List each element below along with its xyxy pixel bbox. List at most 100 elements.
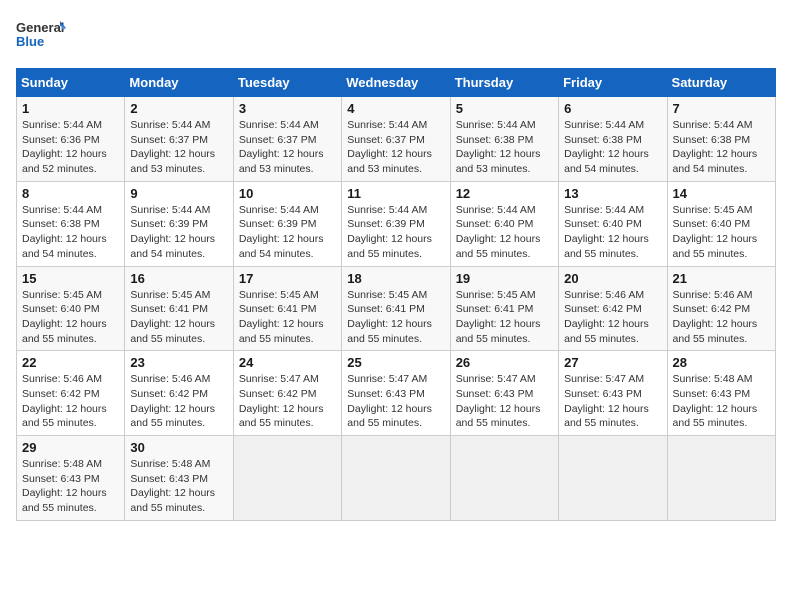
day-info: Sunrise: 5:48 AMSunset: 6:43 PMDaylight:… bbox=[673, 372, 770, 431]
day-info: Sunrise: 5:44 AMSunset: 6:38 PMDaylight:… bbox=[22, 203, 119, 262]
calendar-cell: 28 Sunrise: 5:48 AMSunset: 6:43 PMDayligh… bbox=[667, 351, 775, 436]
day-info: Sunrise: 5:46 AMSunset: 6:42 PMDaylight:… bbox=[673, 288, 770, 347]
calendar-cell: 16 Sunrise: 5:45 AMSunset: 6:41 PMDayligh… bbox=[125, 266, 233, 351]
calendar-table: SundayMondayTuesdayWednesdayThursdayFrid… bbox=[16, 68, 776, 521]
day-number: 25 bbox=[347, 355, 444, 370]
page-header: General Blue bbox=[16, 16, 776, 56]
calendar-cell: 22 Sunrise: 5:46 AMSunset: 6:42 PMDayligh… bbox=[17, 351, 125, 436]
day-info: Sunrise: 5:44 AMSunset: 6:38 PMDaylight:… bbox=[456, 118, 553, 177]
day-number: 2 bbox=[130, 101, 227, 116]
day-info: Sunrise: 5:47 AMSunset: 6:43 PMDaylight:… bbox=[456, 372, 553, 431]
day-info: Sunrise: 5:46 AMSunset: 6:42 PMDaylight:… bbox=[130, 372, 227, 431]
svg-text:Blue: Blue bbox=[16, 34, 44, 49]
day-number: 9 bbox=[130, 186, 227, 201]
day-number: 3 bbox=[239, 101, 336, 116]
col-header-tuesday: Tuesday bbox=[233, 69, 341, 97]
day-info: Sunrise: 5:44 AMSunset: 6:36 PMDaylight:… bbox=[22, 118, 119, 177]
day-info: Sunrise: 5:44 AMSunset: 6:40 PMDaylight:… bbox=[564, 203, 661, 262]
calendar-cell: 15 Sunrise: 5:45 AMSunset: 6:40 PMDayligh… bbox=[17, 266, 125, 351]
day-number: 27 bbox=[564, 355, 661, 370]
calendar-cell: 6 Sunrise: 5:44 AMSunset: 6:38 PMDaylight… bbox=[559, 97, 667, 182]
calendar-cell: 2 Sunrise: 5:44 AMSunset: 6:37 PMDaylight… bbox=[125, 97, 233, 182]
calendar-cell: 10Sunrise: 5:44 AMSunset: 6:39 PMDayligh… bbox=[233, 181, 341, 266]
day-number: 28 bbox=[673, 355, 770, 370]
col-header-wednesday: Wednesday bbox=[342, 69, 450, 97]
day-info: Sunrise: 5:45 AMSunset: 6:40 PMDaylight:… bbox=[673, 203, 770, 262]
day-number: 5 bbox=[456, 101, 553, 116]
calendar-cell: 29 Sunrise: 5:48 AMSunset: 6:43 PMDayligh… bbox=[17, 436, 125, 521]
day-number: 12 bbox=[456, 186, 553, 201]
day-info: Sunrise: 5:45 AMSunset: 6:41 PMDaylight:… bbox=[239, 288, 336, 347]
header-row: SundayMondayTuesdayWednesdayThursdayFrid… bbox=[17, 69, 776, 97]
day-number: 30 bbox=[130, 440, 227, 455]
day-number: 1 bbox=[22, 101, 119, 116]
day-info: Sunrise: 5:45 AMSunset: 6:41 PMDaylight:… bbox=[347, 288, 444, 347]
day-info: Sunrise: 5:48 AMSunset: 6:43 PMDaylight:… bbox=[130, 457, 227, 516]
day-number: 6 bbox=[564, 101, 661, 116]
calendar-cell: 4 Sunrise: 5:44 AMSunset: 6:37 PMDaylight… bbox=[342, 97, 450, 182]
calendar-cell: 25Sunrise: 5:47 AMSunset: 6:43 PMDayligh… bbox=[342, 351, 450, 436]
day-number: 4 bbox=[347, 101, 444, 116]
calendar-cell bbox=[667, 436, 775, 521]
calendar-cell: 17 Sunrise: 5:45 AMSunset: 6:41 PMDayligh… bbox=[233, 266, 341, 351]
week-row-1: 1 Sunrise: 5:44 AMSunset: 6:36 PMDaylight… bbox=[17, 97, 776, 182]
day-number: 8 bbox=[22, 186, 119, 201]
week-row-4: 22 Sunrise: 5:46 AMSunset: 6:42 PMDayligh… bbox=[17, 351, 776, 436]
calendar-cell: 5 Sunrise: 5:44 AMSunset: 6:38 PMDaylight… bbox=[450, 97, 558, 182]
calendar-cell: 7 Sunrise: 5:44 AMSunset: 6:38 PMDaylight… bbox=[667, 97, 775, 182]
day-number: 16 bbox=[130, 271, 227, 286]
calendar-cell: 1 Sunrise: 5:44 AMSunset: 6:36 PMDaylight… bbox=[17, 97, 125, 182]
calendar-cell: 30 Sunrise: 5:48 AMSunset: 6:43 PMDayligh… bbox=[125, 436, 233, 521]
day-info: Sunrise: 5:44 AMSunset: 6:38 PMDaylight:… bbox=[673, 118, 770, 177]
day-info: Sunrise: 5:47 AMSunset: 6:42 PMDaylight:… bbox=[239, 372, 336, 431]
day-number: 11 bbox=[347, 186, 444, 201]
day-info: Sunrise: 5:44 AMSunset: 6:38 PMDaylight:… bbox=[564, 118, 661, 177]
calendar-cell: 19 Sunrise: 5:45 AMSunset: 6:41 PMDayligh… bbox=[450, 266, 558, 351]
day-number: 17 bbox=[239, 271, 336, 286]
calendar-cell: 23Sunrise: 5:46 AMSunset: 6:42 PMDayligh… bbox=[125, 351, 233, 436]
day-number: 20 bbox=[564, 271, 661, 286]
calendar-cell bbox=[559, 436, 667, 521]
day-number: 10 bbox=[239, 186, 336, 201]
day-info: Sunrise: 5:44 AMSunset: 6:37 PMDaylight:… bbox=[347, 118, 444, 177]
calendar-cell: 20 Sunrise: 5:46 AMSunset: 6:42 PMDayligh… bbox=[559, 266, 667, 351]
logo-svg: General Blue bbox=[16, 16, 66, 56]
day-number: 19 bbox=[456, 271, 553, 286]
calendar-cell: 21 Sunrise: 5:46 AMSunset: 6:42 PMDayligh… bbox=[667, 266, 775, 351]
calendar-cell: 9 Sunrise: 5:44 AMSunset: 6:39 PMDaylight… bbox=[125, 181, 233, 266]
day-info: Sunrise: 5:44 AMSunset: 6:37 PMDaylight:… bbox=[239, 118, 336, 177]
day-info: Sunrise: 5:45 AMSunset: 6:40 PMDaylight:… bbox=[22, 288, 119, 347]
day-number: 7 bbox=[673, 101, 770, 116]
day-info: Sunrise: 5:47 AMSunset: 6:43 PMDaylight:… bbox=[564, 372, 661, 431]
col-header-sunday: Sunday bbox=[17, 69, 125, 97]
day-number: 21 bbox=[673, 271, 770, 286]
day-info: Sunrise: 5:46 AMSunset: 6:42 PMDaylight:… bbox=[22, 372, 119, 431]
day-number: 18 bbox=[347, 271, 444, 286]
day-number: 29 bbox=[22, 440, 119, 455]
day-number: 14 bbox=[673, 186, 770, 201]
day-number: 26 bbox=[456, 355, 553, 370]
day-info: Sunrise: 5:44 AMSunset: 6:37 PMDaylight:… bbox=[130, 118, 227, 177]
day-info: Sunrise: 5:46 AMSunset: 6:42 PMDaylight:… bbox=[564, 288, 661, 347]
calendar-cell: 13Sunrise: 5:44 AMSunset: 6:40 PMDayligh… bbox=[559, 181, 667, 266]
day-info: Sunrise: 5:44 AMSunset: 6:39 PMDaylight:… bbox=[347, 203, 444, 262]
calendar-cell: 27 Sunrise: 5:47 AMSunset: 6:43 PMDayligh… bbox=[559, 351, 667, 436]
col-header-thursday: Thursday bbox=[450, 69, 558, 97]
calendar-cell: 3 Sunrise: 5:44 AMSunset: 6:37 PMDaylight… bbox=[233, 97, 341, 182]
week-row-5: 29 Sunrise: 5:48 AMSunset: 6:43 PMDayligh… bbox=[17, 436, 776, 521]
day-info: Sunrise: 5:44 AMSunset: 6:40 PMDaylight:… bbox=[456, 203, 553, 262]
day-info: Sunrise: 5:45 AMSunset: 6:41 PMDaylight:… bbox=[130, 288, 227, 347]
calendar-cell: 11 Sunrise: 5:44 AMSunset: 6:39 PMDayligh… bbox=[342, 181, 450, 266]
day-info: Sunrise: 5:48 AMSunset: 6:43 PMDaylight:… bbox=[22, 457, 119, 516]
day-info: Sunrise: 5:44 AMSunset: 6:39 PMDaylight:… bbox=[130, 203, 227, 262]
col-header-friday: Friday bbox=[559, 69, 667, 97]
day-info: Sunrise: 5:45 AMSunset: 6:41 PMDaylight:… bbox=[456, 288, 553, 347]
day-number: 15 bbox=[22, 271, 119, 286]
col-header-saturday: Saturday bbox=[667, 69, 775, 97]
calendar-cell: 18 Sunrise: 5:45 AMSunset: 6:41 PMDayligh… bbox=[342, 266, 450, 351]
week-row-2: 8 Sunrise: 5:44 AMSunset: 6:38 PMDaylight… bbox=[17, 181, 776, 266]
calendar-cell bbox=[450, 436, 558, 521]
day-number: 22 bbox=[22, 355, 119, 370]
week-row-3: 15 Sunrise: 5:45 AMSunset: 6:40 PMDayligh… bbox=[17, 266, 776, 351]
calendar-cell: 14 Sunrise: 5:45 AMSunset: 6:40 PMDayligh… bbox=[667, 181, 775, 266]
